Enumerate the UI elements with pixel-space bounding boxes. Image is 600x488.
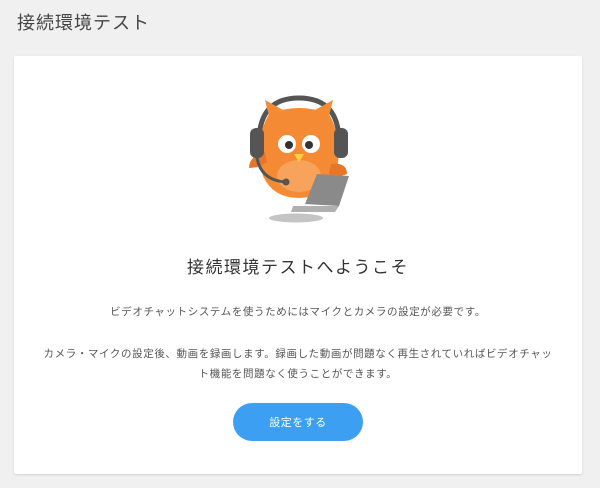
welcome-card: 接続環境テストへようこそ ビデオチャットシステムを使うためにはマイクとカメラの設…	[14, 56, 582, 474]
description-recording: カメラ・マイクの設定後、動画を録画します。録画した動画が問題なく再生されていれば…	[43, 348, 553, 380]
description-requirements: ビデオチャットシステムを使うためにはマイクとカメラの設定が必要です。	[110, 306, 486, 318]
headset-earcup-right	[334, 128, 348, 158]
owl-pupil-left	[285, 141, 293, 149]
setup-button[interactable]: 設定をする	[233, 403, 363, 441]
mascot-shadow	[269, 213, 323, 223]
headset-mic	[282, 178, 290, 186]
welcome-title: 接続環境テストへようこそ	[187, 258, 409, 278]
laptop-base	[291, 206, 339, 212]
owl-wing-right	[329, 163, 347, 176]
owl-mascot-illustration	[249, 95, 349, 223]
owl-pupil-right	[305, 141, 313, 149]
headset-earcup-left	[250, 128, 264, 158]
page-title: 接続環境テスト	[17, 13, 150, 34]
